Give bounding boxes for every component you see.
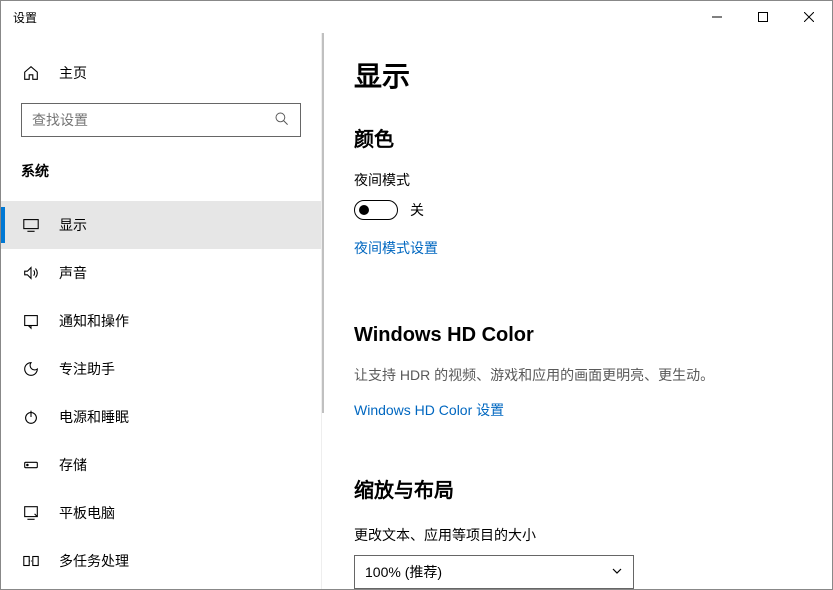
scale-size-label: 更改文本、应用等项目的大小 — [354, 525, 802, 545]
notifications-icon — [21, 311, 41, 331]
sidebar-item-focus-assist[interactable]: 专注助手 — [1, 345, 321, 393]
toggle-state-label: 关 — [410, 200, 424, 220]
maximize-button[interactable] — [740, 1, 786, 33]
hd-color-settings-link[interactable]: Windows HD Color 设置 — [354, 400, 504, 420]
focus-assist-icon — [21, 359, 41, 379]
multitasking-icon — [21, 551, 41, 571]
chevron-down-icon — [611, 564, 623, 580]
night-mode-label: 夜间模式 — [354, 170, 802, 190]
home-button[interactable]: 主页 — [1, 53, 321, 93]
sidebar-item-multitasking[interactable]: 多任务处理 — [1, 537, 321, 585]
sidebar-item-label: 存储 — [59, 455, 87, 475]
dropdown-value: 100% (推荐) — [365, 562, 442, 582]
page-title: 显示 — [354, 55, 802, 95]
sidebar-item-storage[interactable]: 存储 — [1, 441, 321, 489]
hd-color-heading: Windows HD Color — [354, 324, 802, 347]
sidebar-item-label: 显示 — [59, 215, 87, 235]
home-label: 主页 — [59, 63, 87, 83]
color-heading: 颜色 — [354, 123, 802, 152]
sidebar-item-tablet[interactable]: 平板电脑 — [1, 489, 321, 537]
home-icon — [21, 63, 41, 83]
night-mode-settings-link[interactable]: 夜间模式设置 — [354, 238, 438, 258]
sidebar-item-label: 电源和睡眠 — [59, 407, 129, 427]
storage-icon — [21, 455, 41, 475]
search-input[interactable] — [32, 112, 274, 128]
hd-color-description: 让支持 HDR 的视频、游戏和应用的画面更明亮、更生动。 — [354, 365, 802, 386]
sidebar-item-power[interactable]: 电源和睡眠 — [1, 393, 321, 441]
sidebar-item-label: 平板电脑 — [59, 503, 115, 523]
sidebar-item-label: 多任务处理 — [59, 551, 129, 571]
sidebar-section-header: 系统 — [1, 151, 321, 191]
sidebar-item-label: 专注助手 — [59, 359, 115, 379]
close-button[interactable] — [786, 1, 832, 33]
night-mode-toggle[interactable] — [354, 200, 398, 220]
sidebar-item-display[interactable]: 显示 — [1, 201, 321, 249]
sidebar-item-label: 通知和操作 — [59, 311, 129, 331]
search-box[interactable] — [21, 103, 301, 137]
sidebar-item-sound[interactable]: 声音 — [1, 249, 321, 297]
sidebar-item-label: 声音 — [59, 263, 87, 283]
power-icon — [21, 407, 41, 427]
scale-heading: 缩放与布局 — [354, 474, 802, 503]
sidebar-item-notifications[interactable]: 通知和操作 — [1, 297, 321, 345]
display-icon — [21, 215, 41, 235]
title-bar: 设置 — [1, 1, 832, 33]
window-title: 设置 — [13, 9, 37, 26]
tablet-icon — [21, 503, 41, 523]
minimize-button[interactable] — [694, 1, 740, 33]
search-icon — [274, 111, 290, 130]
sound-icon — [21, 263, 41, 283]
scale-dropdown[interactable]: 100% (推荐) — [354, 555, 634, 589]
main-content: 显示 颜色 夜间模式 关 夜间模式设置 Windows HD Color 让支持… — [321, 33, 832, 589]
search-container — [1, 93, 321, 151]
sidebar: 主页 系统 显示 声音 — [1, 33, 321, 589]
